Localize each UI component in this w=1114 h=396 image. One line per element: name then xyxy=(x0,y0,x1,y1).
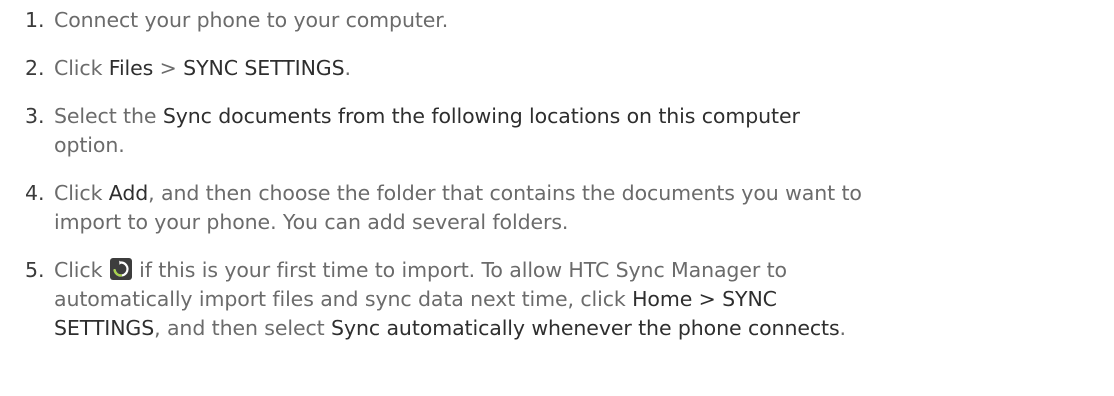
text-run: > xyxy=(153,56,184,80)
step-2: 2. Click Files > SYNC SETTINGS. xyxy=(0,54,1114,83)
step-number: 4. xyxy=(25,181,45,205)
text-run: Click xyxy=(54,56,109,80)
step-number: 1. xyxy=(25,8,45,32)
ui-term-settings: SETTINGS xyxy=(54,316,155,340)
step-text: Connect your phone to your computer. xyxy=(54,6,1114,35)
step-3: 3. Select the Sync documents from the fo… xyxy=(0,102,1114,160)
text-run: , and then choose the folder that contai… xyxy=(148,181,862,205)
step-text: Click if this is your first time to impo… xyxy=(54,256,1114,343)
text-run: , and then select xyxy=(154,316,332,340)
ui-term-add: Add xyxy=(108,181,149,205)
ui-term-sync: > SYNC xyxy=(692,287,777,311)
text-run: Select the xyxy=(54,104,163,128)
text-run: . xyxy=(839,316,847,340)
text-run: . xyxy=(344,56,352,80)
step-number: 2. xyxy=(25,56,45,80)
text-run: option. xyxy=(54,133,125,157)
ui-term-home: Home xyxy=(632,287,693,311)
step-4: 4. Click Add, and then choose the folder… xyxy=(0,179,1114,237)
ui-term-sync-automatically: Sync automatically whenever the phone co… xyxy=(331,316,840,340)
instruction-document: 1. Connect your phone to your computer. … xyxy=(0,0,1114,396)
step-number: 3. xyxy=(25,104,45,128)
ui-term-sync-documents-option: Sync documents from the following locati… xyxy=(162,104,800,128)
ui-term-sync-settings: SYNC SETTINGS xyxy=(183,56,345,80)
step-text: Click Add, and then choose the folder th… xyxy=(54,179,1114,237)
text-run: if this is your first time to import. To… xyxy=(132,258,787,282)
step-1-text: Connect your phone to your computer. xyxy=(54,8,449,32)
text-run: Click xyxy=(54,181,109,205)
text-run: Click xyxy=(54,258,109,282)
text-run: automatically import files and sync data… xyxy=(54,287,633,311)
step-text: Select the Sync documents from the follo… xyxy=(54,102,1114,160)
step-number: 5. xyxy=(25,258,45,282)
step-5: 5. Click if this is your first time to i… xyxy=(0,256,1114,343)
step-text: Click Files > SYNC SETTINGS. xyxy=(54,54,1114,83)
text-run: import to your phone. You can add severa… xyxy=(54,210,569,234)
step-1: 1. Connect your phone to your computer. xyxy=(0,6,1114,35)
ui-term-files: Files xyxy=(108,56,154,80)
sync-icon xyxy=(109,258,132,280)
